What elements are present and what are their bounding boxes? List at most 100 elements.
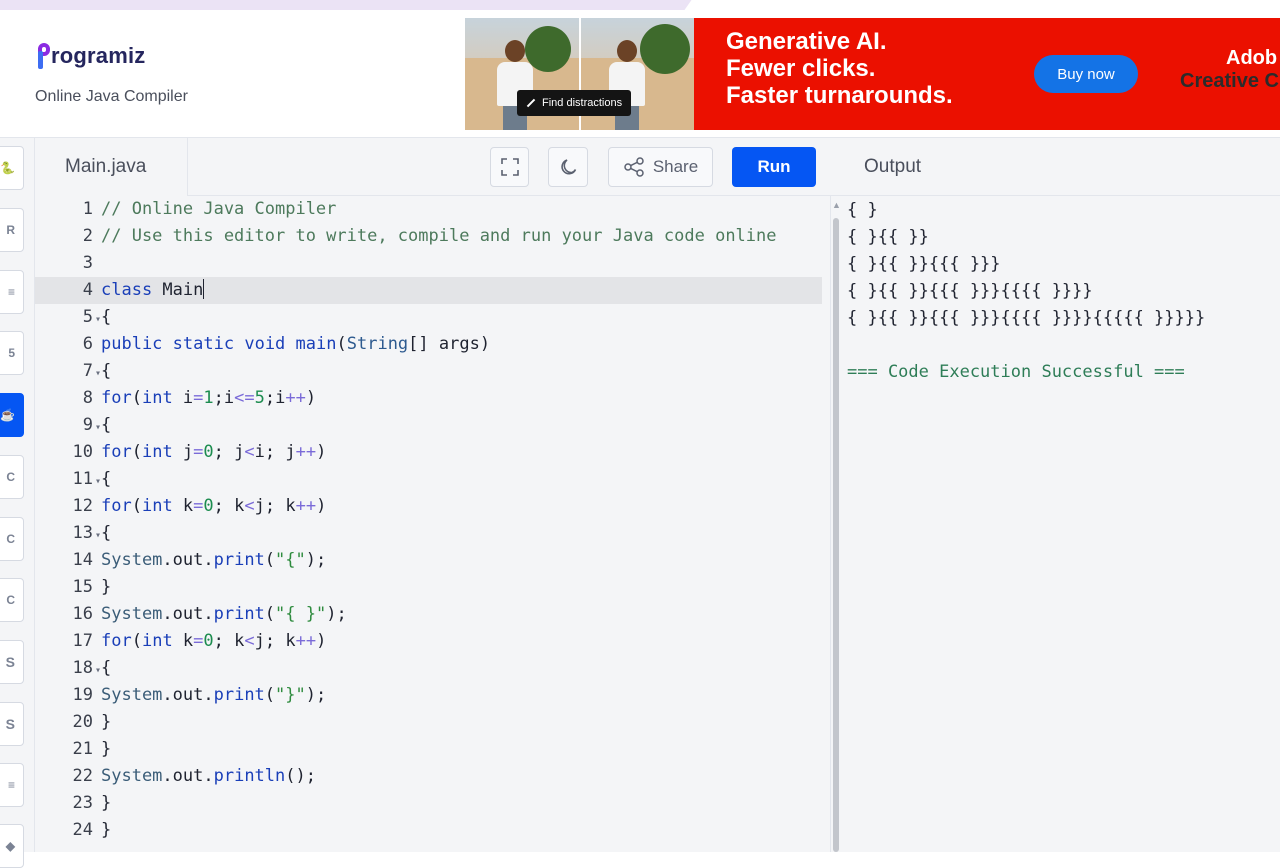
- fullscreen-icon: [500, 158, 519, 176]
- fullscreen-button[interactable]: [490, 147, 529, 187]
- code-text: System.out.println();: [97, 766, 316, 786]
- code-token: j; k: [254, 496, 296, 516]
- code-line[interactable]: 1 // Online Java Compiler: [35, 196, 822, 223]
- code-line[interactable]: 19 System.out.print("}");: [35, 682, 822, 709]
- sidebar-item-js[interactable]: S: [0, 640, 24, 684]
- code-token: (: [264, 685, 276, 705]
- code-line[interactable]: 18 ▾{: [35, 655, 822, 682]
- sidebar-item-database[interactable]: ≡: [0, 270, 24, 314]
- find-distractions-button[interactable]: Find distractions: [517, 90, 632, 116]
- code-line[interactable]: 2 // Use this editor to write, compile an…: [35, 223, 822, 250]
- sidebar-item-ts[interactable]: S: [0, 702, 24, 746]
- code-token: ++: [295, 442, 317, 462]
- sidebar-item-csharp[interactable]: C: [0, 578, 24, 622]
- line-number: 13: [72, 523, 93, 543]
- code-token: {: [101, 307, 112, 327]
- code-editor[interactable]: 1 // Online Java Compiler 2 // Use this edi…: [35, 196, 830, 852]
- layers-icon: ≡: [7, 778, 15, 792]
- code-line[interactable]: 10 for(int j=0; j<i; j++): [35, 439, 822, 466]
- code-token: "{": [275, 550, 306, 570]
- line-number: 8: [82, 388, 93, 408]
- scroll-up-arrow-icon[interactable]: ▲: [832, 200, 841, 210]
- sidebar-item-c[interactable]: C: [0, 455, 24, 499]
- output-line: { }{{ }}{{{ }}}: [847, 254, 1001, 274]
- code-line[interactable]: 11 ▾{: [35, 466, 822, 493]
- sidebar-item-layers[interactable]: ≡: [0, 763, 24, 807]
- programiz-logo[interactable]: rogramiz: [36, 43, 146, 69]
- code-line[interactable]: 12 for(int k=0; k<j; k++): [35, 493, 822, 520]
- code-line[interactable]: 3: [35, 250, 822, 277]
- code-text: }: [97, 793, 111, 813]
- code-line[interactable]: 21}: [35, 736, 822, 763]
- code-text: }: [97, 739, 111, 759]
- code-line[interactable]: 16 System.out.print("{ }");: [35, 601, 822, 628]
- line-number: 11: [72, 469, 93, 489]
- line-number: 7: [82, 361, 93, 381]
- dark-mode-button[interactable]: [548, 147, 588, 187]
- file-tab-main-java[interactable]: Main.java: [35, 138, 188, 196]
- code-token: static: [172, 334, 235, 354]
- code-text: System.out.print("{ }");: [97, 604, 347, 624]
- sidebar-item-java[interactable]: ☕: [0, 393, 24, 437]
- code-line[interactable]: 7 ▾{: [35, 358, 822, 385]
- code-token: void: [244, 334, 286, 354]
- database-icon: ≡: [7, 285, 15, 299]
- code-token: (: [336, 334, 347, 354]
- code-token: }: [101, 712, 112, 732]
- code-line[interactable]: 17 for(int k=0; k<j; k++): [35, 628, 822, 655]
- run-button[interactable]: Run: [732, 147, 816, 187]
- ad-headline-line: Generative AI.: [726, 28, 887, 55]
- java-icon: ☕: [0, 408, 15, 422]
- line-number: 22: [72, 766, 93, 786]
- code-line[interactable]: 24}: [35, 817, 822, 844]
- line-number: 24: [72, 820, 93, 840]
- code-token: ++: [295, 496, 317, 516]
- code-token: ; k: [213, 631, 245, 651]
- code-text: System.out.print("}");: [97, 685, 326, 705]
- code-token: }: [101, 739, 112, 759]
- code-line[interactable]: 8 for(int i=1;i<=5;i++): [35, 385, 822, 412]
- code-line[interactable]: 14 System.out.print("{");: [35, 547, 822, 574]
- js-icon: S: [5, 654, 15, 670]
- code-line[interactable]: 9 ▾{: [35, 412, 822, 439]
- code-token: String: [346, 334, 409, 354]
- sidebar-item-php[interactable]: ◆: [0, 824, 24, 868]
- line-number: 6: [82, 334, 93, 354]
- code-line[interactable]: 5 ▾{: [35, 304, 822, 331]
- buy-now-button[interactable]: Buy now: [1034, 55, 1138, 93]
- sidebar-item-python[interactable]: 🐍: [0, 146, 24, 190]
- code-line[interactable]: 13 ▾{: [35, 520, 822, 547]
- line-number: 12: [72, 496, 93, 516]
- code-line[interactable]: 15}: [35, 574, 822, 601]
- code-line[interactable]: 23}: [35, 790, 822, 817]
- code-token: .out.: [162, 685, 214, 705]
- sidebar-item-html5[interactable]: 5: [0, 331, 24, 375]
- code-token: (: [131, 631, 142, 651]
- scrollbar-thumb[interactable]: [833, 218, 839, 852]
- code-token: // Online Java Compiler: [101, 199, 337, 219]
- share-button[interactable]: Share: [608, 147, 713, 187]
- editor-scrollbar[interactable]: ▲: [830, 196, 841, 852]
- code-token: i: [172, 388, 194, 408]
- code-token: ; k: [213, 496, 245, 516]
- code-line[interactable]: 6 public static void main(String[] args): [35, 331, 822, 358]
- line-number: 17: [72, 631, 93, 651]
- output-line: { }{{ }}: [847, 227, 929, 247]
- sidebar-item-r[interactable]: R: [0, 208, 24, 252]
- sidebar-item-cpp[interactable]: C: [0, 517, 24, 561]
- logo-text: rogramiz: [51, 43, 146, 68]
- code-line[interactable]: 4 class Main: [35, 277, 822, 304]
- code-token: ;i: [213, 388, 235, 408]
- code-token: class: [101, 280, 153, 300]
- code-token: =: [193, 631, 204, 651]
- magic-wand-icon: [526, 98, 536, 108]
- code-token: <: [244, 631, 255, 651]
- line-number: 3: [82, 253, 93, 273]
- programiz-logo-mark: [36, 43, 50, 69]
- code-line[interactable]: 22 System.out.println();: [35, 763, 822, 790]
- code-token: {: [101, 361, 112, 381]
- code-line[interactable]: 20}: [35, 709, 822, 736]
- advertisement-banner[interactable]: Find distractions Generative AI. Fewer c…: [465, 18, 1280, 130]
- code-token: {: [101, 523, 112, 543]
